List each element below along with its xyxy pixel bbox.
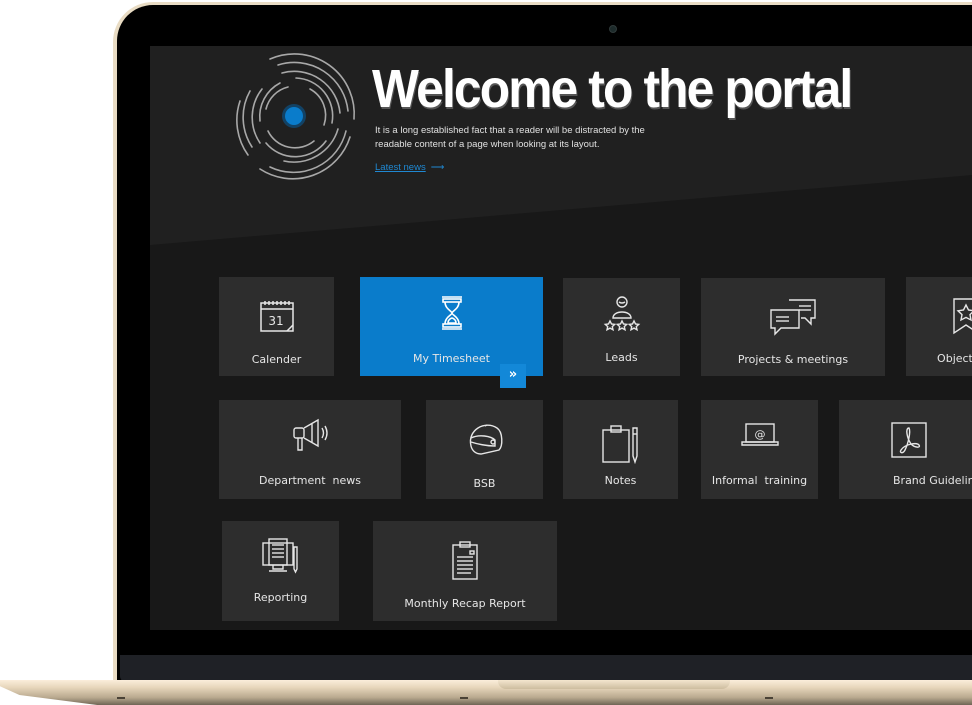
laptop-foot — [765, 697, 773, 699]
tile-label: Objectives — [937, 352, 972, 365]
tile-label: Monthly Recap Report — [404, 597, 526, 610]
tile-label: Notes — [604, 474, 637, 487]
tile-monthly-recap-report[interactable]: Monthly Recap Report — [373, 521, 557, 621]
tile-my-timesheet[interactable]: My Timesheet — [360, 277, 543, 376]
arrow-right-icon: ⟶ — [430, 162, 445, 173]
tile-notes[interactable]: Notes — [563, 400, 678, 499]
laptop-base — [0, 680, 972, 705]
portal-logo-icon — [236, 53, 356, 180]
helmet-icon — [465, 420, 505, 460]
open-timesheet-button[interactable]: » — [500, 364, 526, 388]
latest-news-label: Latest news — [375, 162, 426, 173]
tile-informal-training[interactable]: @ Informal training — [701, 400, 818, 499]
user-rating-icon — [602, 294, 642, 334]
tile-label: Reporting — [253, 591, 308, 604]
tile-bsb[interactable]: BSB — [426, 400, 543, 499]
tile-label: Brand Guidelines — [893, 474, 972, 487]
laptop-hinge — [120, 655, 972, 682]
laptop-at-icon: @ — [740, 418, 780, 458]
ribbon-star-icon — [946, 297, 972, 337]
laptop-foot — [460, 697, 468, 699]
report-monitor-icon — [261, 537, 301, 577]
calendar-icon: 31 — [257, 297, 297, 337]
clipboard-list-icon — [445, 541, 485, 581]
chat-bubbles-icon — [769, 298, 817, 338]
latest-news-link[interactable]: Latest news ⟶ — [375, 162, 444, 173]
portal-screen: Welcome to the portal It is a long estab… — [150, 46, 972, 630]
at-sign: @ — [754, 428, 765, 441]
calendar-day: 31 — [268, 314, 283, 328]
laptop-notch — [498, 680, 730, 689]
hourglass-icon — [432, 293, 472, 333]
pdf-icon — [889, 420, 929, 460]
tile-label: Informal training — [711, 474, 808, 487]
tile-brand-guidelines[interactable]: Brand Guidelines — [839, 400, 972, 499]
tile-leads[interactable]: Leads — [563, 278, 680, 376]
tile-label: Department news — [258, 474, 362, 487]
tile-label: Leads — [605, 351, 638, 364]
megaphone-icon — [290, 416, 330, 456]
tile-label: Calender — [251, 353, 302, 366]
laptop-foot — [117, 697, 125, 699]
tile-label: BSB — [473, 477, 496, 490]
tile-label: Projects & meetings — [737, 353, 849, 366]
tile-projects-meetings[interactable]: Projects & meetings — [701, 278, 885, 376]
hero-description: It is a long established fact that a rea… — [375, 125, 645, 150]
tile-department-news[interactable]: Department news — [219, 400, 401, 499]
tile-reporting[interactable]: Reporting — [222, 521, 339, 621]
clipboard-pen-icon — [601, 424, 641, 465]
webcam-icon — [609, 25, 617, 33]
page-title: Welcome to the portal — [372, 59, 853, 119]
tile-objectives[interactable]: Objectives — [906, 277, 972, 376]
tile-calender[interactable]: 31 Calender — [219, 277, 334, 376]
